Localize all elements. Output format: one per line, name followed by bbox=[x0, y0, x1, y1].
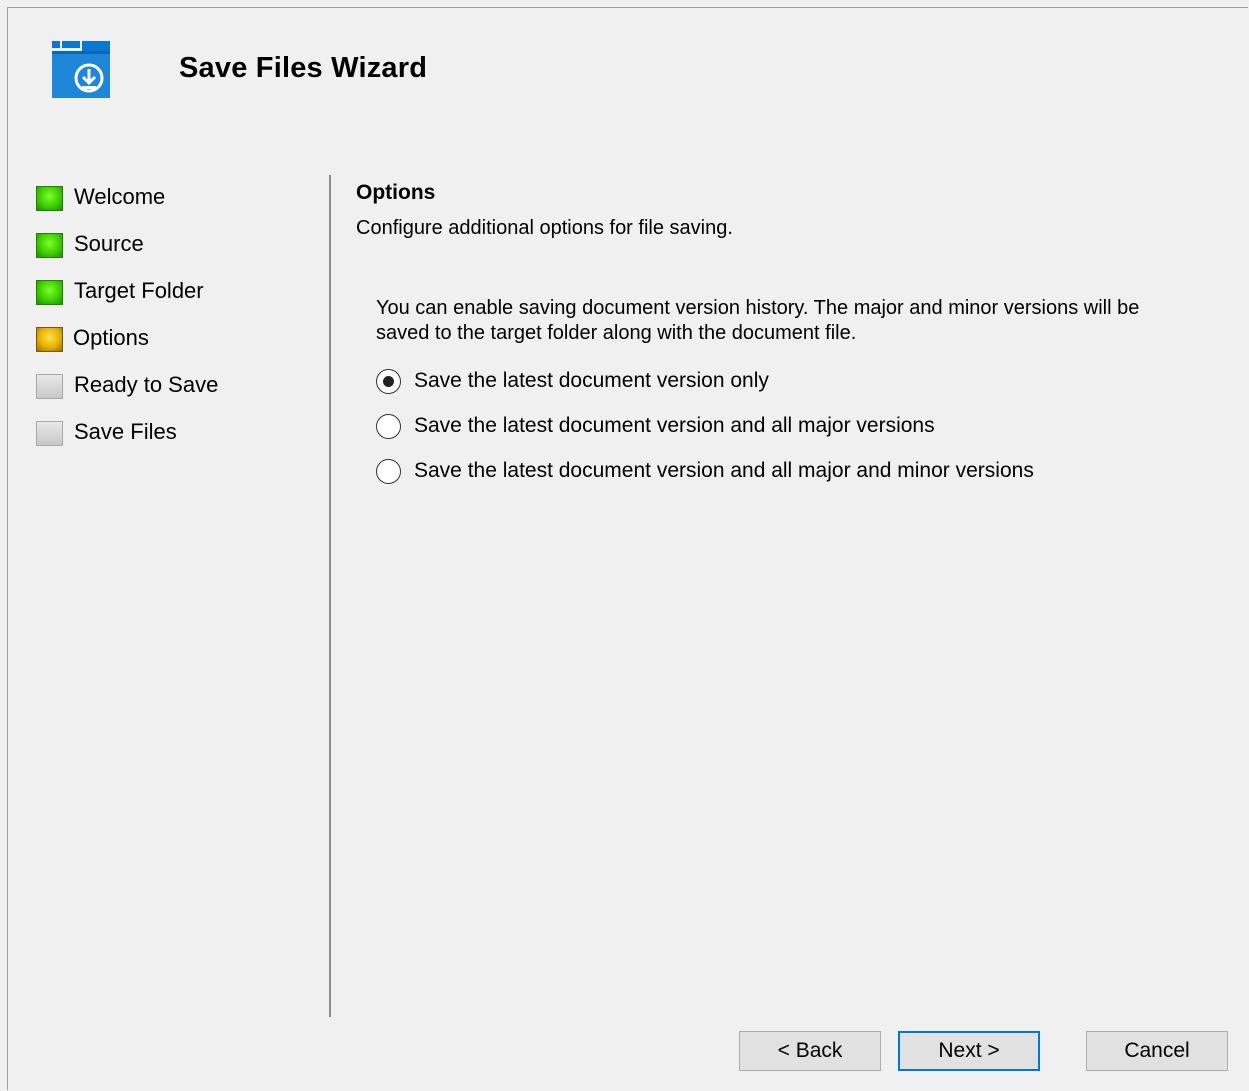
wizard-window bbox=[7, 7, 1248, 1090]
step-pending-indicator bbox=[36, 374, 63, 399]
back-button[interactable]: < Back bbox=[739, 1031, 881, 1071]
radio-button[interactable] bbox=[376, 369, 401, 394]
step-label: Target Folder bbox=[74, 278, 204, 303]
next-button[interactable]: Next > bbox=[898, 1031, 1040, 1071]
step-label: Welcome bbox=[74, 184, 166, 209]
step-label: Ready to Save bbox=[74, 372, 219, 397]
step-done-indicator bbox=[36, 233, 63, 258]
page-description: Configure additional options for file sa… bbox=[356, 217, 733, 239]
radio-button[interactable] bbox=[376, 414, 401, 439]
step-label: Source bbox=[74, 231, 144, 256]
radio-button[interactable] bbox=[376, 459, 401, 484]
step-done-indicator bbox=[36, 280, 63, 305]
radio-label[interactable]: Save the latest document version and all… bbox=[414, 414, 935, 438]
wizard-title: Save Files Wizard bbox=[179, 52, 428, 84]
radio-label[interactable]: Save the latest document version and all… bbox=[414, 459, 1034, 483]
step-done-indicator bbox=[36, 186, 63, 211]
vertical-divider bbox=[329, 175, 331, 1017]
step-pending-indicator bbox=[36, 421, 63, 446]
folder-download-icon bbox=[50, 38, 112, 100]
cancel-button[interactable]: Cancel bbox=[1086, 1031, 1228, 1071]
info-text: You can enable saving document version h… bbox=[376, 297, 1140, 344]
radio-selected-dot bbox=[383, 376, 394, 387]
step-label: Options bbox=[73, 325, 149, 350]
page-title: Options bbox=[356, 181, 436, 204]
step-current-indicator bbox=[36, 327, 63, 352]
step-label: Save Files bbox=[74, 419, 177, 444]
radio-label[interactable]: Save the latest document version only bbox=[414, 369, 769, 393]
